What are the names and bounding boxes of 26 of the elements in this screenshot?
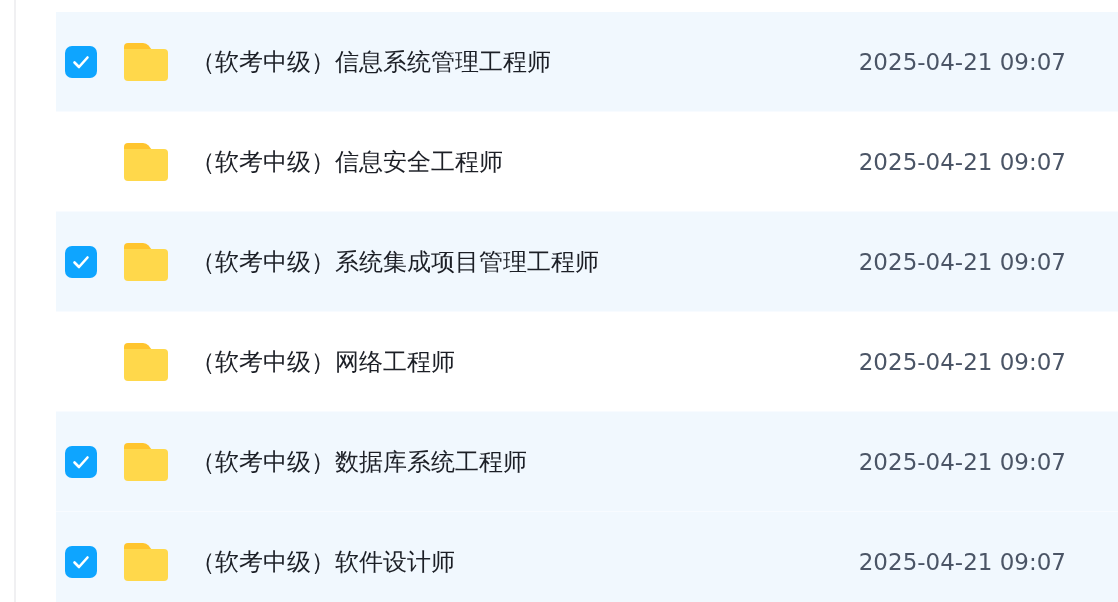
checkbox[interactable] (65, 45, 97, 78)
folder-icon (124, 42, 168, 81)
folder-icon (124, 442, 168, 481)
file-name: （软考中级）数据库系统工程师 (191, 446, 528, 478)
folder-icon (124, 342, 168, 381)
checkbox[interactable] (65, 245, 97, 278)
modified-date: 2025-04-21 09:07 (858, 48, 1066, 75)
file-name: （软考中级）信息系统管理工程师 (191, 46, 552, 78)
modified-date: 2025-04-21 09:07 (858, 148, 1066, 175)
file-row[interactable]: （软考中级）数据库系统工程师 2025-04-21 09:07 (56, 412, 1118, 512)
modified-date: 2025-04-21 09:07 (858, 348, 1066, 375)
folder-icon (124, 542, 168, 581)
file-row[interactable]: （软考中级）软件设计师 2025-04-21 09:07 (56, 512, 1118, 602)
file-name: （软考中级）网络工程师 (191, 346, 456, 378)
folder-icon (124, 142, 168, 181)
checkbox[interactable] (65, 545, 97, 578)
modified-date: 2025-04-21 09:07 (858, 548, 1066, 575)
modified-date: 2025-04-21 09:07 (858, 448, 1066, 475)
file-row[interactable]: （软考中级）信息系统管理工程师 2025-04-21 09:07 (56, 12, 1118, 112)
file-name: （软考中级）软件设计师 (191, 546, 456, 578)
file-name: （软考中级）信息安全工程师 (191, 146, 504, 178)
folder-icon (124, 242, 168, 281)
checkbox[interactable] (65, 445, 97, 478)
file-name: （软考中级）系统集成项目管理工程师 (191, 246, 600, 278)
file-row[interactable]: （软考中级）系统集成项目管理工程师 2025-04-21 09:07 (56, 212, 1118, 312)
modified-date: 2025-04-21 09:07 (858, 248, 1066, 275)
